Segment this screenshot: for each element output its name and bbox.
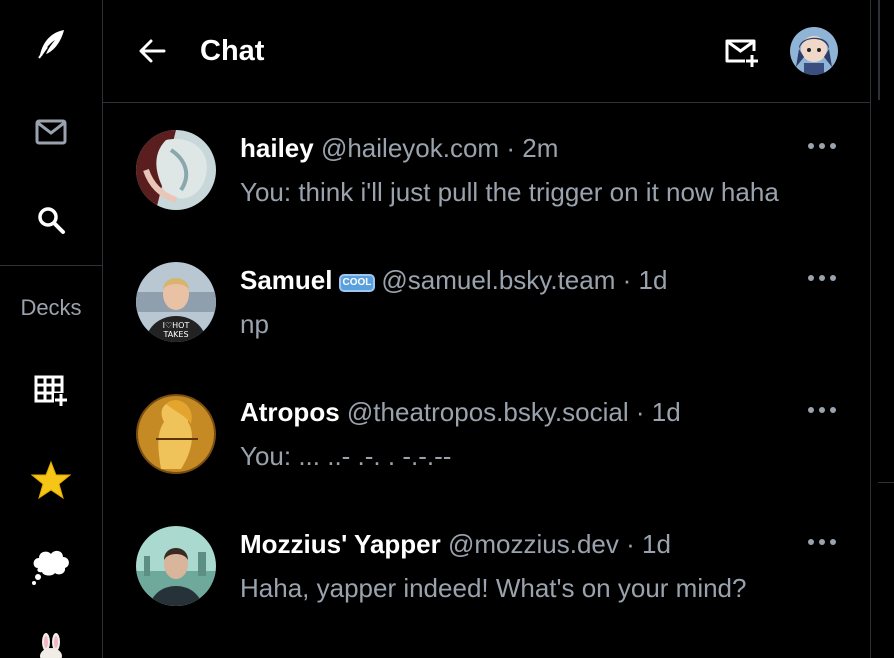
grid-add-icon[interactable] [0,374,102,408]
handle: @theatropos.bsky.social [346,397,629,427]
back-arrow-icon[interactable] [137,36,167,66]
last-message: Haha, yapper indeed! What's on your mind… [240,573,747,603]
page-title: Chat [200,35,265,67]
conversation-row[interactable]: I♡HOT TAKES Samuel COOL @samuel.bsky.team … [103,262,870,394]
conversation-row[interactable]: Atropos @theatropos.bsky.social · 1d You… [103,394,870,526]
new-chat-mail-plus-icon[interactable] [723,34,759,70]
more-options-icon[interactable] [808,400,836,420]
avatar[interactable] [136,526,216,606]
more-options-icon[interactable] [808,268,836,288]
svg-text:I♡HOT: I♡HOT [163,321,190,330]
display-name: hailey [240,133,314,163]
chat-list-panel: Chat hailey @haileyok.com · 2m You: thin… [103,0,871,658]
display-name: Atropos [240,397,340,427]
feather-icon[interactable] [0,26,102,62]
separator-dot: · [626,529,635,559]
handle: @mozzius.dev [448,529,619,559]
conversation-header: Mozzius' Yapper @mozzius.dev · 1d [240,526,671,562]
last-message: You: think i'll just pull the trigger on… [240,177,779,207]
thought-bubble-icon[interactable] [0,546,102,586]
timestamp: 2m [522,133,559,163]
cool-badge: COOL [338,274,376,292]
separator-dot: · [622,265,632,295]
separator-dot: · [506,133,515,163]
user-avatar[interactable] [790,27,838,75]
conversation-header: hailey @haileyok.com · 2m [240,130,558,166]
conversation-row[interactable]: hailey @haileyok.com · 2m You: think i'l… [103,130,870,262]
timestamp: 1d [642,529,671,559]
separator-dot: · [635,397,645,427]
avatar[interactable] [136,130,216,210]
avatar[interactable] [136,394,216,474]
display-name: Samuel [240,265,333,295]
last-message: You: ... ..- .-. . -.-.-- [240,441,452,471]
more-options-icon[interactable] [808,136,836,156]
sidebar-divider [0,265,102,266]
conversation-row[interactable]: Mozzius' Yapper @mozzius.dev · 1d Haha, … [103,526,870,658]
chat-header: Chat [103,0,870,103]
display-name: Mozzius' Yapper [240,529,441,559]
right-panel-divider [878,0,880,100]
decks-label: Decks [20,295,82,320]
more-options-icon[interactable] [808,532,836,552]
last-message: np [240,309,269,339]
sidebar: Decks [0,0,103,658]
timestamp: 1d [651,397,681,427]
conversation-header: Atropos @theatropos.bsky.social · 1d [240,394,681,430]
star-icon[interactable] [0,460,102,500]
handle: @samuel.bsky.team [381,265,616,295]
avatar[interactable]: I♡HOT TAKES [136,262,216,342]
right-panel-divider [878,482,894,483]
handle: @haileyok.com [320,133,500,163]
search-icon[interactable] [0,202,102,238]
timestamp: 1d [638,265,668,295]
mail-icon[interactable] [0,114,102,150]
bunny-icon[interactable] [0,632,102,658]
conversation-header: Samuel COOL @samuel.bsky.team · 1d [240,262,667,298]
svg-text:TAKES: TAKES [162,330,188,339]
